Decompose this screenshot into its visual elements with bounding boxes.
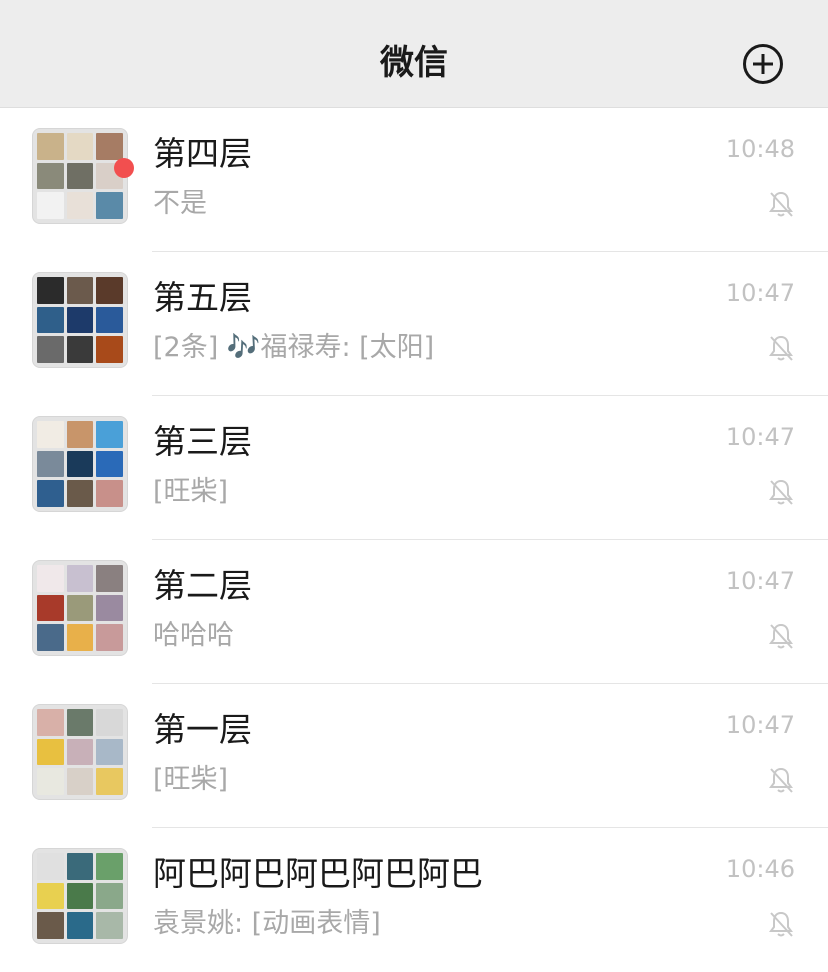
avatar-tile: [96, 738, 123, 766]
avatar-tile: [66, 450, 94, 478]
avatar-tile: [96, 306, 123, 334]
mute-bell-icon: [769, 335, 793, 361]
chat-preview: 哈哈哈: [153, 620, 234, 651]
page-title: 微信: [380, 43, 448, 83]
chat-name: 第五层: [153, 278, 252, 317]
chat-preview: [2条] 🎶福禄寿: [太阳]: [153, 332, 435, 363]
avatar-tile: [66, 480, 94, 507]
avatar-tile: [37, 192, 64, 219]
mute-bell-icon: [769, 191, 793, 217]
avatar-tile: [37, 882, 64, 910]
avatar-tile: [96, 133, 123, 160]
chat-time: 10:47: [725, 279, 795, 307]
avatar-tile: [37, 336, 64, 363]
avatar-tile: [96, 624, 123, 651]
avatar-tile: [37, 853, 64, 880]
chat-time: 10:46: [725, 855, 795, 883]
chat-list: 第四层 不是 10:48 第五层 [2条] 🎶福禄寿: [太阳] 10:47 第…: [0, 108, 828, 972]
group-avatar: [32, 272, 128, 368]
top-bar: 微信: [0, 0, 828, 108]
avatar-tile: [37, 565, 64, 592]
avatar-tile: [37, 912, 64, 939]
avatar-tile: [66, 277, 94, 304]
avatar-tile: [66, 336, 94, 363]
avatar-tile: [37, 709, 64, 736]
avatar-tile: [37, 738, 64, 766]
chat-row[interactable]: 阿巴阿巴阿巴阿巴阿巴 袁景姚: [动画表情] 10:46: [0, 828, 828, 972]
avatar-tile: [66, 768, 94, 795]
avatar-tile: [96, 709, 123, 736]
chat-name: 第三层: [153, 422, 252, 461]
avatar-tile: [96, 853, 123, 880]
avatar-tile: [37, 133, 64, 160]
mute-bell-icon: [769, 911, 793, 937]
avatar-tile: [96, 594, 123, 622]
chat-row[interactable]: 第一层 [旺柴] 10:47: [0, 684, 828, 828]
avatar-tile: [96, 450, 123, 478]
avatar-tile: [37, 480, 64, 507]
avatar-tile: [96, 882, 123, 910]
chat-name: 阿巴阿巴阿巴阿巴阿巴: [153, 854, 483, 893]
chat-time: 10:47: [725, 567, 795, 595]
avatar-tile: [96, 277, 123, 304]
avatar-tile: [66, 882, 94, 910]
add-plus-icon[interactable]: [743, 44, 783, 84]
avatar-tile: [37, 162, 64, 190]
avatar-tile: [37, 594, 64, 622]
avatar-tile: [37, 421, 64, 448]
chat-preview: [旺柴]: [153, 764, 229, 795]
chat-row[interactable]: 第二层 哈哈哈 10:47: [0, 540, 828, 684]
unread-dot: [114, 158, 134, 178]
avatar-tile: [66, 709, 94, 736]
chat-time: 10:47: [725, 711, 795, 739]
avatar-tile: [96, 565, 123, 592]
chat-preview: 不是: [153, 188, 207, 219]
avatar-tile: [96, 336, 123, 363]
avatar-tile: [37, 768, 64, 795]
chat-preview: [旺柴]: [153, 476, 229, 507]
avatar-tile: [66, 912, 94, 939]
chat-name: 第四层: [153, 134, 252, 173]
group-avatar: [32, 848, 128, 944]
group-avatar: [32, 704, 128, 800]
chat-row[interactable]: 第五层 [2条] 🎶福禄寿: [太阳] 10:47: [0, 252, 828, 396]
group-avatar: [32, 416, 128, 512]
avatar-tile: [66, 624, 94, 651]
group-avatar: [32, 560, 128, 656]
avatar-tile: [96, 192, 123, 219]
mute-bell-icon: [769, 623, 793, 649]
chat-name: 第一层: [153, 710, 252, 749]
avatar-tile: [96, 912, 123, 939]
avatar-tile: [37, 624, 64, 651]
avatar-tile: [66, 853, 94, 880]
avatar-tile: [66, 192, 94, 219]
chat-name: 第二层: [153, 566, 252, 605]
avatar-tile: [96, 480, 123, 507]
mute-bell-icon: [769, 767, 793, 793]
avatar-tile: [37, 450, 64, 478]
avatar-tile: [66, 421, 94, 448]
chat-time: 10:48: [725, 135, 795, 163]
avatar-tile: [66, 594, 94, 622]
avatar-tile: [66, 162, 94, 190]
chat-time: 10:47: [725, 423, 795, 451]
chat-preview: 袁景姚: [动画表情]: [153, 908, 381, 939]
avatar-tile: [37, 277, 64, 304]
avatar-tile: [96, 421, 123, 448]
avatar-tile: [66, 565, 94, 592]
avatar-tile: [96, 768, 123, 795]
chat-row[interactable]: 第四层 不是 10:48: [0, 108, 828, 252]
avatar-tile: [37, 306, 64, 334]
chat-row[interactable]: 第三层 [旺柴] 10:47: [0, 396, 828, 540]
avatar-tile: [66, 133, 94, 160]
group-avatar: [32, 128, 128, 224]
avatar-tile: [66, 738, 94, 766]
mute-bell-icon: [769, 479, 793, 505]
avatar-tile: [66, 306, 94, 334]
